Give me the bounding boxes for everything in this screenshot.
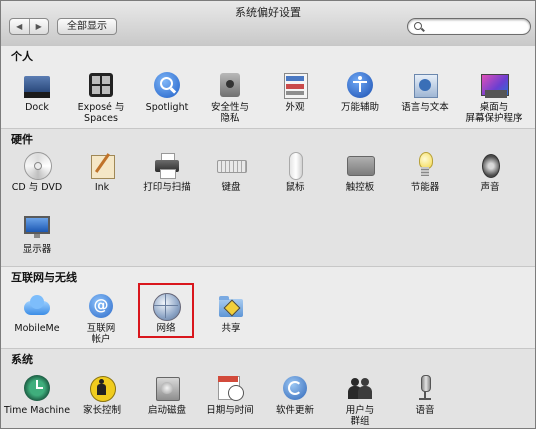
display-icon xyxy=(22,212,52,242)
expose-icon xyxy=(86,70,116,100)
pref-print-scan[interactable]: 打印与扫描 xyxy=(136,150,198,193)
section-title: 个人 xyxy=(11,50,33,63)
pref-startup-disk[interactable]: 启动磁盘 xyxy=(136,373,198,416)
pref-mobileme[interactable]: MobileMe xyxy=(6,291,68,334)
pref-mouse[interactable]: 鼠标 xyxy=(264,150,326,193)
pref-parental-controls[interactable]: 家长控制 xyxy=(71,373,133,416)
title-bar: 系统偏好设置 ◀ ▶ 全部显示 xyxy=(1,1,535,46)
section-personal: 个人 Dock Exposé 与 Spaces Spotlight 安全性与 隐… xyxy=(1,45,535,129)
section-title: 系统 xyxy=(11,353,33,366)
section-hardware: 硬件 CD 与 DVD Ink 打印与扫描 键盘 鼠标 触控板 节能器 声音 显… xyxy=(1,128,535,267)
keyboard-icon xyxy=(216,150,247,180)
pref-users-groups[interactable]: 用户与 群组 xyxy=(329,373,391,427)
system-preferences-window: 系统偏好设置 ◀ ▶ 全部显示 个人 Dock Exposé 与 Spaces … xyxy=(0,0,536,429)
section-title: 硬件 xyxy=(11,133,33,146)
mouse-icon xyxy=(280,150,310,180)
startup-disk-icon xyxy=(152,373,182,403)
pref-trackpad[interactable]: 触控板 xyxy=(329,150,391,193)
universal-access-icon xyxy=(345,70,375,100)
cd-dvd-icon xyxy=(22,150,52,180)
pref-keyboard[interactable]: 键盘 xyxy=(200,150,262,193)
pref-expose-spaces[interactable]: Exposé 与 Spaces xyxy=(70,70,132,124)
date-time-icon xyxy=(215,373,245,403)
pref-dock[interactable]: Dock xyxy=(6,70,68,113)
speech-icon xyxy=(410,373,440,403)
pref-software-update[interactable]: 软件更新 xyxy=(264,373,326,416)
pref-speech[interactable]: 语音 xyxy=(394,373,456,416)
forward-button[interactable]: ▶ xyxy=(28,19,49,34)
security-icon xyxy=(215,70,245,100)
show-all-button[interactable]: 全部显示 xyxy=(57,18,117,35)
back-button[interactable]: ◀ xyxy=(10,19,29,34)
pref-energy-saver[interactable]: 节能器 xyxy=(394,150,456,193)
pref-displays[interactable]: 显示器 xyxy=(6,212,68,255)
pref-appearance[interactable]: 外观 xyxy=(264,70,326,113)
dock-icon xyxy=(22,70,52,100)
search-input[interactable] xyxy=(407,18,531,35)
pref-cd-dvd[interactable]: CD 与 DVD xyxy=(6,150,68,193)
energy-saver-icon xyxy=(410,150,440,180)
language-icon xyxy=(410,70,440,100)
search-icon xyxy=(414,22,422,30)
pref-sharing[interactable]: 共享 xyxy=(200,291,262,334)
back-forward-control: ◀ ▶ xyxy=(9,18,49,35)
internet-accounts-icon: @ xyxy=(86,291,116,321)
network-highlight-box xyxy=(138,283,194,338)
mobileme-icon xyxy=(22,291,52,321)
desktop-icon xyxy=(479,70,509,100)
ink-icon xyxy=(87,150,117,180)
time-machine-icon xyxy=(22,373,52,403)
spotlight-icon xyxy=(152,70,182,100)
pref-language-text[interactable]: 语言与文本 xyxy=(394,70,456,113)
section-internet-wireless: 互联网与无线 MobileMe @ 互联网 帐户 网络 共享 xyxy=(1,266,535,349)
software-update-icon xyxy=(280,373,310,403)
pref-sound[interactable]: 声音 xyxy=(459,150,521,193)
printer-icon xyxy=(152,150,182,180)
pref-time-machine[interactable]: Time Machine xyxy=(4,373,70,416)
appearance-icon xyxy=(280,70,310,100)
users-groups-icon xyxy=(345,373,375,403)
trackpad-icon xyxy=(345,150,375,180)
pref-date-time[interactable]: 日期与时间 xyxy=(199,373,261,416)
sound-icon xyxy=(475,150,505,180)
pref-internet-accounts[interactable]: @ 互联网 帐户 xyxy=(70,291,132,345)
pref-desktop-screensaver[interactable]: 桌面与 屏幕保护程序 xyxy=(459,70,529,124)
parental-controls-icon xyxy=(87,373,117,403)
pref-ink[interactable]: Ink xyxy=(71,150,133,193)
pref-universal-access[interactable]: 万能辅助 xyxy=(329,70,391,113)
sharing-icon xyxy=(216,291,246,321)
section-title: 互联网与无线 xyxy=(11,271,77,284)
section-system: 系统 Time Machine 家长控制 启动磁盘 日期与时间 软件更新 用户与… xyxy=(1,348,535,428)
pref-security-privacy[interactable]: 安全性与 隐私 xyxy=(199,70,261,124)
pref-spotlight[interactable]: Spotlight xyxy=(136,70,198,113)
